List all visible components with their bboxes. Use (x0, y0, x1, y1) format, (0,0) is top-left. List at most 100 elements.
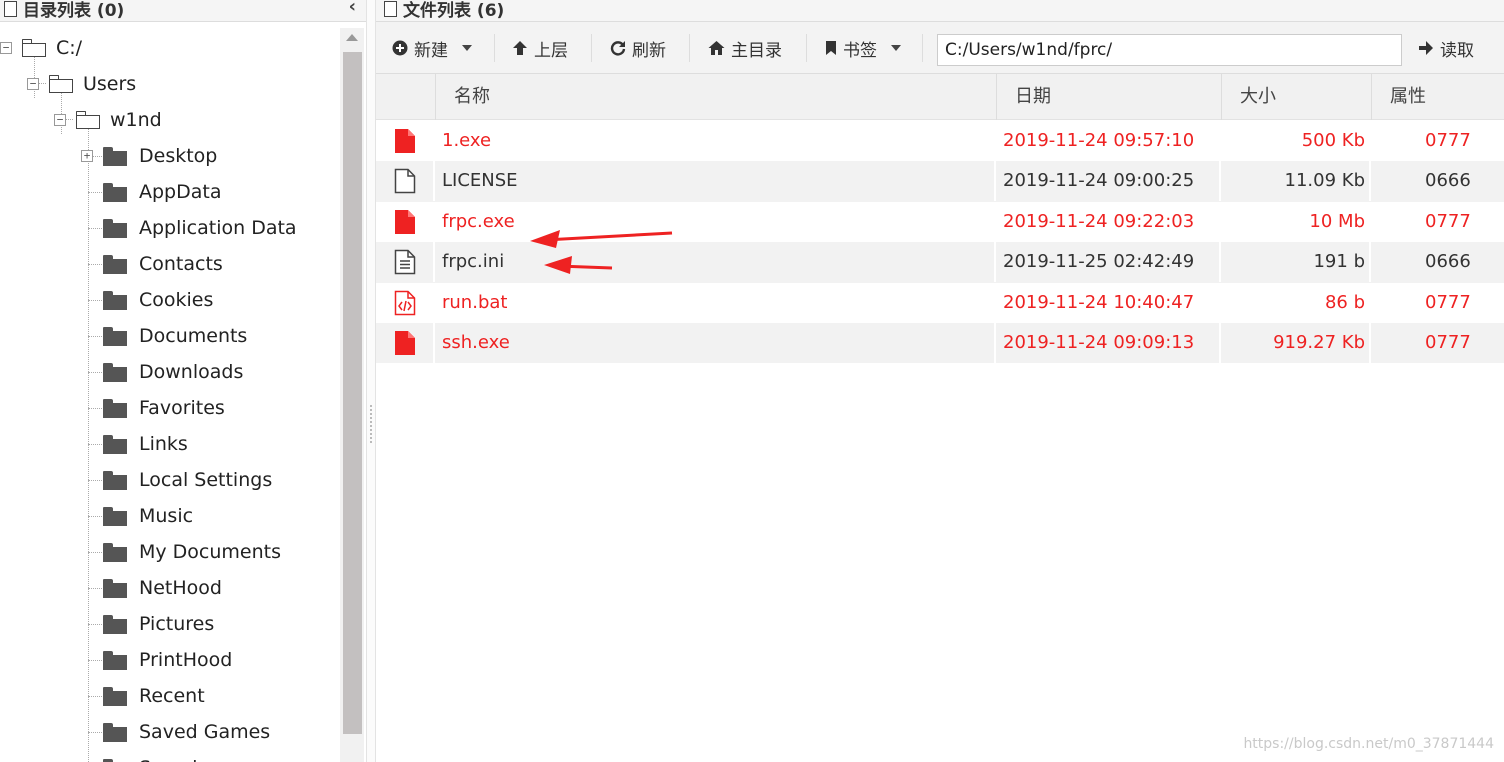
directory-scrollbar[interactable] (340, 28, 364, 762)
document-icon (384, 0, 397, 17)
folder-icon (103, 254, 127, 274)
chevron-left-icon[interactable]: ‹ (349, 0, 356, 17)
tree-folder-7[interactable]: Favorites (103, 390, 225, 426)
collapse-toggle-icon[interactable]: − (27, 78, 39, 90)
executable-file-icon (392, 202, 418, 242)
directory-panel: 目录列表 (0) ‹ − C:/ − Users − w1nd + Desktop… (0, 0, 366, 762)
column-header-attr[interactable]: 属性 (1371, 74, 1504, 120)
collapse-toggle-icon[interactable]: − (54, 114, 66, 126)
splitter-grip[interactable] (370, 405, 372, 443)
folder-icon (103, 290, 127, 310)
file-size: 11.09 Kb (1284, 170, 1365, 192)
tree-folder-2[interactable]: Application Data (103, 210, 297, 246)
file-attr[interactable]: 0777 (1425, 121, 1471, 161)
toolbar: 新建 上层 刷新 主目录 书签 读取 (376, 22, 1504, 74)
directory-panel-header: 目录列表 (0) ‹ (0, 0, 366, 22)
tree-folder-1[interactable]: AppData (103, 174, 222, 210)
tree-folder-16[interactable]: Saved Games (103, 714, 270, 750)
file-name[interactable]: frpc.ini (442, 242, 504, 282)
tree-node-users[interactable]: − Users (27, 66, 136, 102)
tree-folder-9[interactable]: Local Settings (103, 462, 272, 498)
file-row[interactable]: ssh.exe 2019-11-24 09:09:13 919.27 Kb 0777 (376, 322, 1504, 364)
file-name[interactable]: ssh.exe (442, 323, 510, 363)
file-date: 2019-11-24 09:22:03 (1003, 210, 1195, 232)
tree-folder-6[interactable]: Downloads (103, 354, 243, 390)
column-header-size[interactable]: 大小 (1221, 74, 1371, 120)
file-attr[interactable]: 0777 (1425, 283, 1471, 323)
folder-open-icon (49, 75, 73, 93)
tree-node-root[interactable]: − C:/ (0, 30, 82, 66)
tree-folder-13[interactable]: Pictures (103, 606, 214, 642)
file-list-title: 文件列表 (6) (403, 1, 505, 21)
scroll-up-arrow-icon[interactable] (346, 34, 358, 41)
directory-panel-title: 目录列表 (0) (23, 1, 125, 21)
file-attr[interactable]: 0666 (1425, 161, 1471, 201)
panel-splitter[interactable] (366, 0, 376, 762)
tree-folder-0[interactable]: + Desktop (81, 138, 217, 174)
tree-folder-label: Favorites (139, 397, 225, 419)
tree-folder-4[interactable]: Cookies (103, 282, 213, 318)
tree-folder-15[interactable]: Recent (103, 678, 205, 714)
refresh-button[interactable]: 刷新 (610, 22, 666, 74)
code-file-icon (392, 283, 418, 323)
tree-folder-label: Contacts (139, 253, 223, 275)
folder-icon (103, 686, 127, 706)
tree-folder-label: Cookies (139, 289, 214, 311)
file-name[interactable]: LICENSE (442, 161, 518, 201)
file-name[interactable]: frpc.exe (442, 202, 515, 242)
file-row[interactable]: 1.exe 2019-11-24 09:57:10 500 Kb 0777 (376, 121, 1504, 161)
folder-icon (103, 650, 127, 670)
tree-folder-label: Documents (139, 325, 248, 347)
tree-folder-14[interactable]: PrintHood (103, 642, 232, 678)
tree-folder-label: Searches (139, 757, 226, 762)
folder-icon (103, 758, 127, 762)
tree-folder-label: Desktop (139, 145, 218, 167)
refresh-icon (610, 41, 626, 56)
bookmark-icon (826, 41, 836, 55)
read-button[interactable]: 读取 (1418, 22, 1474, 74)
file-row[interactable]: frpc.exe 2019-11-24 09:22:03 10 Mb 0777 (376, 201, 1504, 242)
directory-tree: − C:/ − Users − w1nd + Desktop AppData Appl… (0, 28, 340, 762)
tree-folder-8[interactable]: Links (103, 426, 188, 462)
tree-folder-3[interactable]: Contacts (103, 246, 223, 282)
folder-icon (103, 470, 127, 490)
file-name[interactable]: 1.exe (442, 121, 491, 161)
file-name[interactable]: run.bat (442, 283, 507, 323)
home-icon (708, 41, 725, 55)
tree-folder-12[interactable]: NetHood (103, 570, 222, 606)
file-size: 10 Mb (1309, 210, 1365, 232)
column-header-date[interactable]: 日期 (996, 74, 1221, 120)
expand-toggle-icon[interactable]: + (81, 150, 93, 162)
caret-down-icon (891, 45, 901, 51)
folder-icon (103, 434, 127, 454)
blank-file-icon (392, 161, 418, 201)
file-attr[interactable]: 0777 (1425, 323, 1471, 363)
watermark: https://blog.csdn.net/m0_37871444 (1243, 736, 1494, 752)
home-button[interactable]: 主目录 (708, 22, 782, 74)
folder-open-icon (76, 111, 100, 129)
column-header-name[interactable]: 名称 (435, 74, 996, 120)
file-attr[interactable]: 0666 (1425, 242, 1471, 282)
bookmark-button[interactable]: 书签 (825, 22, 901, 74)
tree-folder-10[interactable]: Music (103, 498, 193, 534)
tree-folder-17[interactable]: Searches (103, 750, 226, 762)
path-input[interactable] (937, 34, 1402, 66)
up-button[interactable]: 上层 (512, 22, 568, 74)
file-row[interactable]: run.bat 2019-11-24 10:40:47 86 b 0777 (376, 282, 1504, 323)
file-size: 919.27 Kb (1273, 331, 1365, 353)
scrollbar-thumb[interactable] (343, 52, 362, 734)
tree-folder-5[interactable]: Documents (103, 318, 247, 354)
collapse-toggle-icon[interactable]: − (0, 42, 12, 54)
tree-folder-11[interactable]: My Documents (103, 534, 281, 570)
caret-down-icon (462, 45, 472, 51)
file-row[interactable]: LICENSE 2019-11-24 09:00:25 11.09 Kb 0666 (376, 161, 1504, 202)
file-attr[interactable]: 0777 (1425, 202, 1471, 242)
document-icon (4, 0, 17, 17)
new-button[interactable]: 新建 (392, 22, 472, 74)
file-row[interactable]: frpc.ini 2019-11-25 02:42:49 191 b 0666 (376, 242, 1504, 283)
arrow-up-icon (513, 41, 527, 55)
folder-open-icon (22, 39, 46, 57)
tree-node-user[interactable]: − w1nd (54, 102, 162, 138)
text-file-icon (392, 242, 418, 282)
tree-folder-label: My Documents (139, 541, 282, 563)
